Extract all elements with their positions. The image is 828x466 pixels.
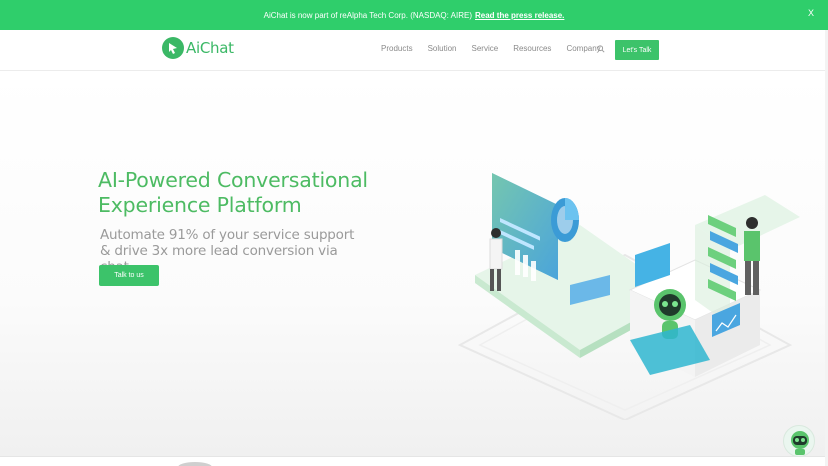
next-section-shape [178, 462, 212, 466]
press-release-link[interactable]: Read the press release. [475, 11, 564, 20]
talk-to-us-button[interactable]: Talk to us [99, 265, 159, 286]
hero-title: AI-Powered Conversational Experience Pla… [98, 168, 368, 217]
nav-products[interactable]: Products [381, 44, 413, 53]
lets-talk-button[interactable]: Let's Talk [615, 40, 659, 60]
site-header: AiChat Products Solution Service Resourc… [0, 30, 828, 71]
chat-widget-button[interactable] [783, 425, 815, 457]
robot-icon [791, 431, 809, 455]
next-section-edge [0, 456, 828, 466]
main-nav: Products Solution Service Resources Comp… [381, 44, 616, 53]
nav-solution[interactable]: Solution [428, 44, 457, 53]
search-icon[interactable] [597, 45, 605, 53]
close-announcement-button[interactable]: X [808, 8, 814, 18]
announcement-bar: AiChat is now part of reAlpha Tech Corp.… [0, 0, 828, 30]
announcement-text: AiChat is now part of reAlpha Tech Corp.… [263, 10, 472, 20]
nav-company[interactable]: Company [566, 44, 600, 53]
logo[interactable]: AiChat [162, 37, 234, 59]
hero-illustration [457, 173, 800, 420]
logo-icon [162, 37, 184, 59]
logo-text: AiChat [186, 39, 234, 57]
nav-resources[interactable]: Resources [513, 44, 551, 53]
nav-service[interactable]: Service [472, 44, 499, 53]
